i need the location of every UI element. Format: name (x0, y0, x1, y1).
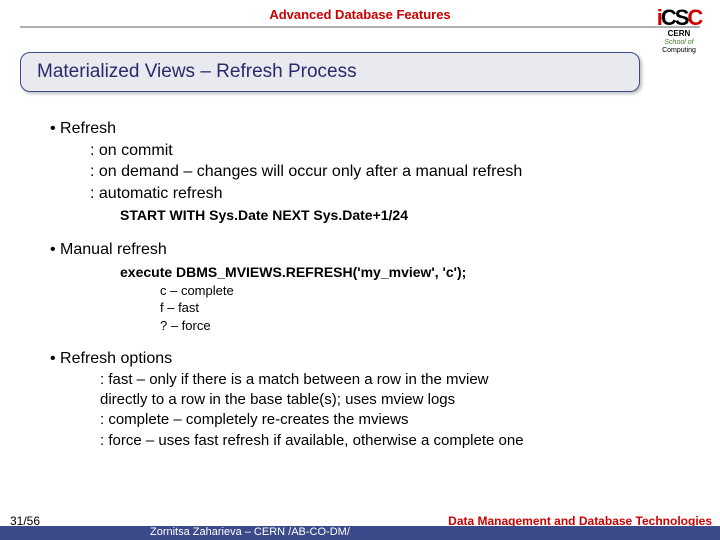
topbar: Advanced Database Features (0, 6, 720, 28)
opt-force: ? – force (160, 317, 696, 335)
opt-fast-desc-1: : fast – only if there is a match betwee… (100, 370, 696, 390)
opt-force-desc: : force – uses fast refresh if available… (100, 431, 696, 451)
opt-complete: c – complete (160, 282, 696, 300)
footer: 31/56 Data Management and Database Techn… (0, 516, 720, 540)
title-underline (20, 26, 700, 28)
sub-automatic: : automatic refresh (90, 183, 696, 205)
bullet-icon (50, 120, 60, 137)
footer-author: Zornitsa Zaharieva – CERN /AB-CO-DM/ (150, 526, 350, 538)
slide-heading: Materialized Views – Refresh Process (20, 52, 640, 92)
slide: Advanced Database Features iCSC CERN Sch… (0, 0, 720, 540)
footer-bar (0, 526, 720, 540)
logo-sub: School of Computing (652, 39, 706, 54)
bullet-refresh: Refresh : on commit : on demand – change… (50, 118, 696, 225)
code-start-with: START WITH Sys.Date NEXT Sys.Date+1/24 (120, 206, 696, 225)
logo-cern: CERN (652, 30, 706, 39)
slide-body: Refresh : on commit : on demand – change… (50, 110, 696, 512)
bullet-options: Refresh options : fast – only if there i… (50, 348, 696, 451)
code-execute: execute DBMS_MVIEWS.REFRESH('my_mview', … (120, 263, 696, 282)
bullet-icon (50, 241, 60, 258)
course-title: Advanced Database Features (269, 7, 450, 22)
bullet-manual: Manual refresh execute DBMS_MVIEWS.REFRE… (50, 239, 696, 334)
opt-fast-desc-2: directly to a row in the base table(s); … (100, 390, 696, 410)
logo-icsc: iCSC CERN School of Computing (652, 6, 706, 48)
sub-on-demand: : on demand – changes will occur only af… (90, 161, 696, 183)
bullet-icon (50, 350, 60, 367)
sub-on-commit: : on commit (90, 140, 696, 162)
opt-complete-desc: : complete – completely re-creates the m… (100, 410, 696, 430)
opt-fast: f – fast (160, 299, 696, 317)
logo-letters: iCSC (652, 6, 706, 30)
